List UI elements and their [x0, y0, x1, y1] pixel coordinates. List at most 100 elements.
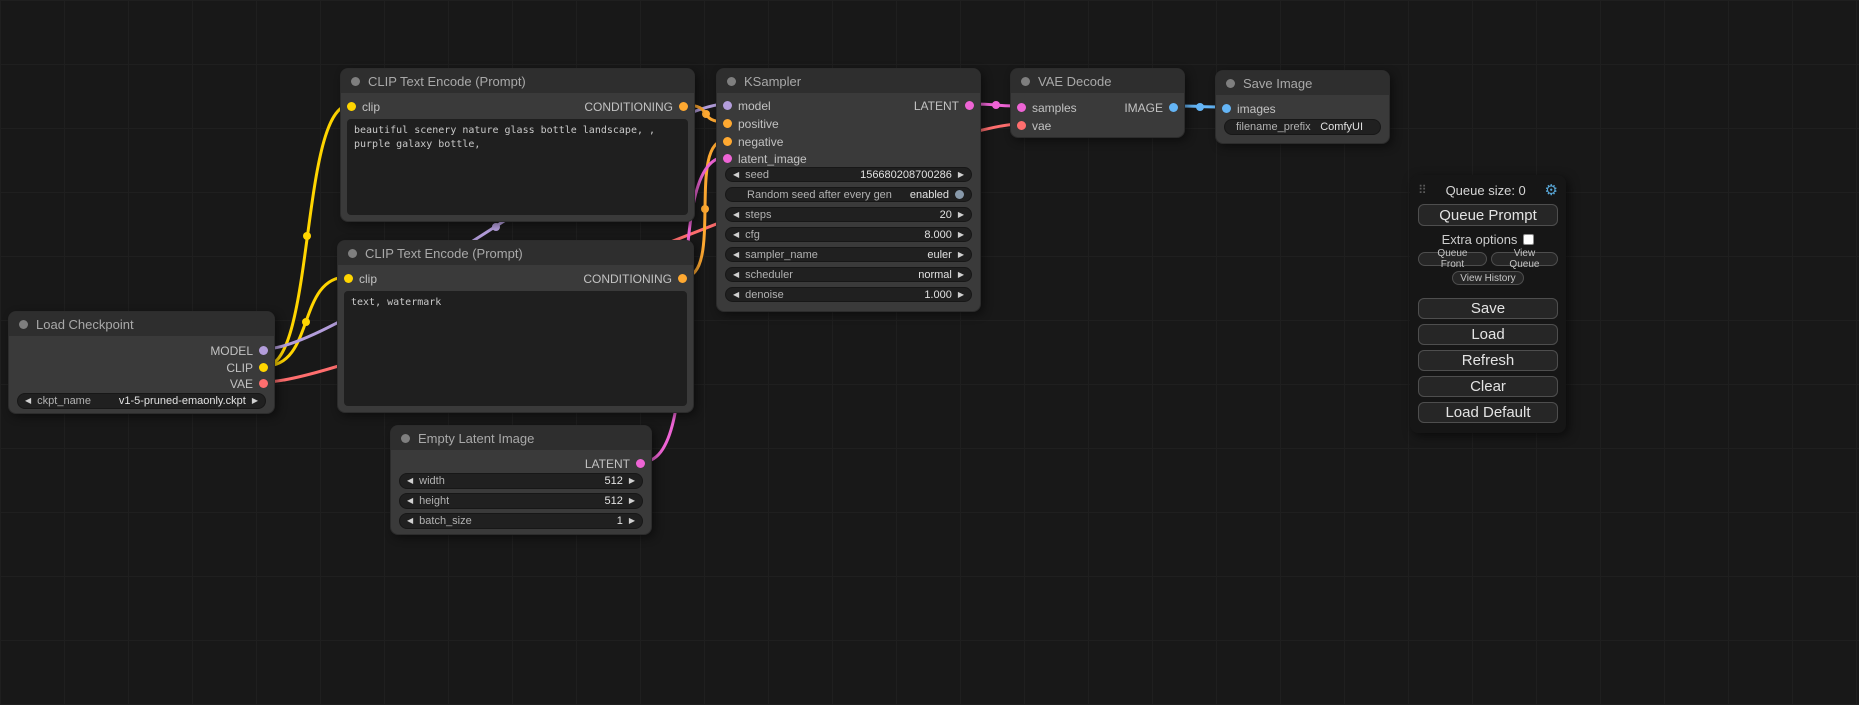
widget-batch-size[interactable]: ◀ batch_size 1 ▶	[399, 513, 643, 529]
increment-arrow-icon[interactable]: ▶	[958, 271, 964, 279]
node-title-bar[interactable]: Empty Latent Image	[391, 426, 651, 450]
node-title-bar[interactable]: VAE Decode	[1011, 69, 1184, 93]
increment-arrow-icon[interactable]: ▶	[252, 397, 258, 405]
images-input-dot[interactable]	[1222, 104, 1231, 113]
decrement-arrow-icon[interactable]: ◀	[733, 251, 739, 259]
negative-input-dot[interactable]	[723, 137, 732, 146]
widget-random-seed-toggle[interactable]: Random seed after every gen enabled	[725, 187, 972, 202]
input-slot-clip[interactable]: clip	[344, 270, 377, 287]
save-button[interactable]: Save	[1418, 298, 1558, 319]
node-clip-text-encode-negative[interactable]: CLIP Text Encode (Prompt) clip CONDITION…	[337, 240, 694, 413]
input-slot-positive[interactable]: positive	[723, 115, 779, 132]
conditioning-output-dot[interactable]	[679, 102, 688, 111]
vae-output-dot[interactable]	[259, 379, 268, 388]
node-save-image[interactable]: Save Image images filename_prefix ComfyU…	[1215, 70, 1390, 144]
input-slot-clip[interactable]: clip	[347, 98, 380, 115]
output-slot-latent[interactable]: LATENT	[585, 455, 645, 472]
widget-scheduler[interactable]: ◀ scheduler normal ▶	[725, 267, 972, 282]
decrement-arrow-icon[interactable]: ◀	[733, 271, 739, 279]
widget-steps[interactable]: ◀ steps 20 ▶	[725, 207, 972, 222]
widget-denoise[interactable]: ◀ denoise 1.000 ▶	[725, 287, 972, 302]
node-title-bar[interactable]: Load Checkpoint	[9, 312, 274, 336]
input-slot-samples[interactable]: samples	[1017, 99, 1077, 116]
prompt-textarea[interactable]: text, watermark	[344, 291, 687, 406]
drag-handle-icon[interactable]: ⠿	[1418, 183, 1427, 197]
widget-ckpt-name[interactable]: ◀ ckpt_name v1-5-pruned-emaonly.ckpt ▶	[17, 393, 266, 409]
image-output-dot[interactable]	[1169, 103, 1178, 112]
node-load-checkpoint[interactable]: Load Checkpoint MODEL CLIP VAE ◀ ckpt_na…	[8, 311, 275, 414]
input-slot-images[interactable]: images	[1222, 100, 1276, 117]
conditioning-output-dot[interactable]	[678, 274, 687, 283]
clip-output-dot[interactable]	[259, 363, 268, 372]
widget-cfg[interactable]: ◀ cfg 8.000 ▶	[725, 227, 972, 242]
node-title-bar[interactable]: Save Image	[1216, 71, 1389, 95]
output-slot-clip[interactable]: CLIP	[226, 359, 268, 376]
prompt-textarea[interactable]: beautiful scenery nature glass bottle la…	[347, 119, 688, 215]
widget-filename-prefix[interactable]: filename_prefix ComfyUI	[1224, 119, 1381, 135]
increment-arrow-icon[interactable]: ▶	[958, 211, 964, 219]
output-slot-image[interactable]: IMAGE	[1124, 99, 1178, 116]
decrement-arrow-icon[interactable]: ◀	[733, 211, 739, 219]
collapse-dot-icon[interactable]	[348, 249, 357, 258]
decrement-arrow-icon[interactable]: ◀	[407, 477, 413, 485]
latent-output-dot[interactable]	[636, 459, 645, 468]
node-clip-text-encode-positive[interactable]: CLIP Text Encode (Prompt) clip CONDITION…	[340, 68, 695, 222]
decrement-arrow-icon[interactable]: ◀	[733, 171, 739, 179]
decrement-arrow-icon[interactable]: ◀	[407, 517, 413, 525]
toggle-enabled-dot[interactable]	[955, 190, 964, 199]
input-slot-latent-image[interactable]: latent_image	[723, 150, 807, 167]
view-history-button[interactable]: View History	[1452, 271, 1523, 285]
node-vae-decode[interactable]: VAE Decode samples vae IMAGE	[1010, 68, 1185, 138]
decrement-arrow-icon[interactable]: ◀	[733, 231, 739, 239]
node-empty-latent-image[interactable]: Empty Latent Image LATENT ◀ width 512 ▶ …	[390, 425, 652, 535]
widget-seed[interactable]: ◀ seed 156680208700286 ▶	[725, 167, 972, 182]
input-slot-vae[interactable]: vae	[1017, 117, 1051, 134]
increment-arrow-icon[interactable]: ▶	[958, 171, 964, 179]
widget-width[interactable]: ◀ width 512 ▶	[399, 473, 643, 489]
increment-arrow-icon[interactable]: ▶	[629, 517, 635, 525]
load-button[interactable]: Load	[1418, 324, 1558, 345]
latent-output-dot[interactable]	[965, 101, 974, 110]
samples-input-dot[interactable]	[1017, 103, 1026, 112]
collapse-dot-icon[interactable]	[401, 434, 410, 443]
refresh-button[interactable]: Refresh	[1418, 350, 1558, 371]
collapse-dot-icon[interactable]	[351, 77, 360, 86]
output-slot-latent[interactable]: LATENT	[914, 97, 974, 114]
collapse-dot-icon[interactable]	[727, 77, 736, 86]
node-title-bar[interactable]: CLIP Text Encode (Prompt)	[341, 69, 694, 93]
widget-sampler-name[interactable]: ◀ sampler_name euler ▶	[725, 247, 972, 262]
node-title-bar[interactable]: CLIP Text Encode (Prompt)	[338, 241, 693, 265]
latent-image-input-dot[interactable]	[723, 154, 732, 163]
increment-arrow-icon[interactable]: ▶	[958, 251, 964, 259]
queue-front-button[interactable]: Queue Front	[1418, 252, 1487, 266]
node-title-bar[interactable]: KSampler	[717, 69, 980, 93]
view-queue-button[interactable]: View Queue	[1491, 252, 1558, 266]
queue-panel[interactable]: ⠿ Queue size: 0 ⚙ Queue Prompt Extra opt…	[1410, 175, 1566, 433]
model-output-dot[interactable]	[259, 346, 268, 355]
increment-arrow-icon[interactable]: ▶	[629, 477, 635, 485]
node-ksampler[interactable]: KSampler model positive negative latent_…	[716, 68, 981, 312]
clip-input-dot[interactable]	[347, 102, 356, 111]
extra-options-checkbox[interactable]	[1523, 234, 1534, 245]
increment-arrow-icon[interactable]: ▶	[629, 497, 635, 505]
decrement-arrow-icon[interactable]: ◀	[407, 497, 413, 505]
collapse-dot-icon[interactable]	[19, 320, 28, 329]
queue-prompt-button[interactable]: Queue Prompt	[1418, 204, 1558, 226]
output-slot-model[interactable]: MODEL	[210, 342, 268, 359]
clear-button[interactable]: Clear	[1418, 376, 1558, 397]
clip-input-dot[interactable]	[344, 274, 353, 283]
decrement-arrow-icon[interactable]: ◀	[733, 291, 739, 299]
output-slot-vae[interactable]: VAE	[230, 375, 268, 392]
output-slot-conditioning[interactable]: CONDITIONING	[584, 98, 688, 115]
load-default-button[interactable]: Load Default	[1418, 402, 1558, 423]
increment-arrow-icon[interactable]: ▶	[958, 231, 964, 239]
increment-arrow-icon[interactable]: ▶	[958, 291, 964, 299]
decrement-arrow-icon[interactable]: ◀	[25, 397, 31, 405]
collapse-dot-icon[interactable]	[1226, 79, 1235, 88]
widget-height[interactable]: ◀ height 512 ▶	[399, 493, 643, 509]
positive-input-dot[interactable]	[723, 119, 732, 128]
vae-input-dot[interactable]	[1017, 121, 1026, 130]
input-slot-model[interactable]: model	[723, 97, 771, 114]
output-slot-conditioning[interactable]: CONDITIONING	[583, 270, 687, 287]
settings-gear-icon[interactable]: ⚙	[1545, 183, 1558, 198]
